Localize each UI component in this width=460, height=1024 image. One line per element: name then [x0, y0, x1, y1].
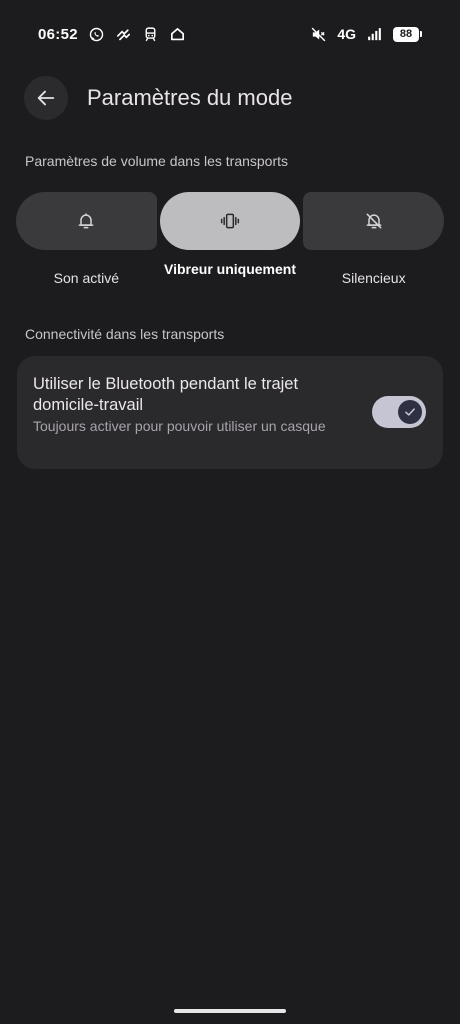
arrow-left-icon [37, 90, 55, 106]
segment-vibrate-only[interactable] [159, 192, 301, 250]
mute-icon [310, 26, 327, 43]
bluetooth-toggle[interactable] [372, 396, 426, 428]
vibrate-icon [220, 213, 240, 229]
volume-mode-selector [16, 192, 445, 250]
segment-label-silent: Silencieux [341, 270, 406, 286]
bell-off-icon [366, 213, 382, 229]
volume-mode-labels: Son activé Vibreur uniquement Silencieux [16, 258, 444, 288]
bluetooth-setting-text: Utiliser le Bluetooth pendant le trajet … [33, 374, 353, 469]
bluetooth-setting-card[interactable]: Utiliser le Bluetooth pendant le trajet … [17, 356, 443, 469]
bluetooth-setting-title: Utiliser le Bluetooth pendant le trajet … [33, 375, 299, 414]
train-icon [142, 26, 159, 43]
page-title: Paramètres du mode [87, 85, 293, 110]
segment-label-sound-on: Son activé [53, 270, 120, 286]
bell-icon [78, 213, 94, 229]
battery-level: 88 [393, 26, 419, 42]
back-button[interactable] [24, 76, 68, 120]
status-right: 4G 88 [310, 26, 422, 43]
segment-silent[interactable] [303, 192, 445, 250]
volume-section-label: Paramètres de volume dans les transports [25, 153, 289, 169]
battery-tip [420, 31, 422, 37]
check-icon [405, 408, 415, 416]
whatsapp-icon [88, 26, 105, 43]
home-icon [169, 26, 186, 43]
header: Paramètres du mode [24, 76, 292, 120]
status-bar: 06:52 4G 88 [0, 0, 460, 68]
toggle-thumb [398, 400, 422, 424]
battery-indicator: 88 [393, 26, 422, 42]
bluetooth-setting-subtitle: Toujours activer pour pouvoir utiliser u… [33, 418, 326, 434]
status-time: 06:52 [38, 25, 78, 43]
segment-label-vibrate-only: Vibreur uniquement [164, 261, 296, 277]
connectivity-section-label: Connectivité dans les transports [25, 326, 225, 342]
gesture-nav-handle[interactable] [174, 1009, 286, 1013]
data-saver-icon [115, 26, 132, 43]
status-left: 06:52 [38, 26, 186, 43]
signal-icon [366, 26, 383, 43]
segment-sound-on[interactable] [16, 192, 157, 250]
network-type: 4G [337, 26, 356, 42]
